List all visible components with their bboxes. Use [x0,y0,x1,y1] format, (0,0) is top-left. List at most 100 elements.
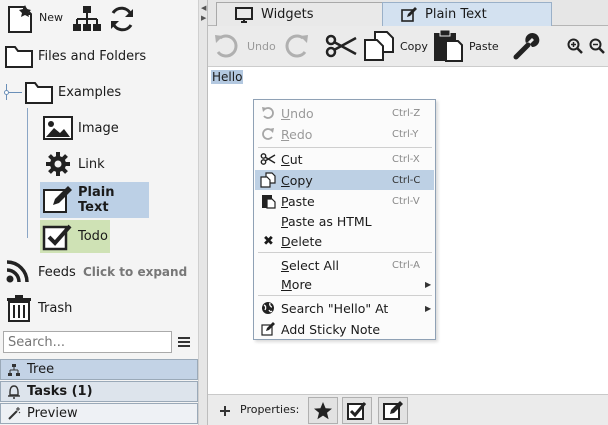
copy-icon [260,172,276,188]
tab-preview[interactable]: Preview [0,403,198,424]
tab-label: Tasks (1) [27,384,93,399]
tree-item-label: Image [78,120,119,136]
edit-icon [383,400,403,420]
tree-item-examples[interactable]: Examples [22,77,198,107]
zoom-in-icon[interactable] [567,38,583,54]
refresh-icon[interactable] [107,4,137,34]
hierarchy-icon [8,363,20,376]
new-label[interactable]: New [39,11,63,24]
menu-item-label: Undo [281,105,314,121]
menu-item-delete[interactable]: ✖ Delete [255,231,434,251]
menu-item-label: Cut [281,151,303,167]
undo-label[interactable]: Undo [247,40,276,53]
menu-item-select-all[interactable]: Select All Ctrl-A [255,255,434,275]
menu-item-label: Add Sticky Note [281,321,381,337]
menu-item-shortcut: Ctrl-Y [392,128,419,140]
menu-item-label: Delete [281,233,323,249]
checkbox-icon [42,224,72,251]
edit-icon [401,6,417,22]
menu-item-copy[interactable]: Copy Ctrl-C [255,170,434,190]
paste-icon [262,195,276,209]
copy-label[interactable]: Copy [400,40,428,53]
search-input[interactable] [3,331,172,353]
magic-wand-icon [8,406,21,420]
collapse-left-icon[interactable]: ◀ [201,4,206,12]
tab-tasks[interactable]: Tasks (1) [0,381,198,402]
tree-item-image[interactable]: Image [40,113,180,143]
tree-item-label: Feeds [38,264,76,280]
tree-item-label: Files and Folders [38,48,147,64]
submenu-arrow-icon: ▶ [425,303,432,313]
properties-bar: Properties: [208,394,608,425]
menu-item-shortcut: Ctrl-V [392,195,420,207]
menu-item-shortcut: Ctrl-C [392,174,421,186]
tree-item-files-and-folders[interactable]: Files and Folders [2,41,198,71]
scissors-icon [260,153,276,165]
paste-label[interactable]: Paste [469,40,499,53]
menu-item-undo[interactable]: Undo Ctrl-Z [255,103,434,123]
add-icon[interactable] [219,405,231,417]
tree-item-label: Link [78,156,105,172]
menu-item-label: Paste [281,193,315,209]
tree-item-trash[interactable]: Trash [2,293,198,323]
panel-splitter[interactable]: ◀ ▶ [198,0,208,425]
image-icon [43,116,73,140]
tab-plain-text[interactable]: Plain Text [382,2,552,26]
menu-separator [258,295,432,296]
menu-item-search-at[interactable]: Search "Hello" At ▶ [255,298,434,318]
zoom-out-icon[interactable] [589,38,605,54]
tree-item-todo[interactable]: Todo [40,220,110,253]
gear-icon [46,152,70,176]
menu-item-more[interactable]: More ▶ [255,274,434,294]
todo-toggle-button[interactable] [342,397,372,424]
menu-item-paste[interactable]: Paste Ctrl-V [255,191,434,211]
menu-separator [258,147,432,148]
editor-text-selection[interactable]: Hello [211,70,244,84]
star-icon [314,401,332,419]
trash-icon [7,295,31,322]
tree-item-plain-text[interactable]: Plain Text [40,182,149,218]
menu-item-label: Select All [281,257,340,273]
close-icon: ✖ [263,233,274,249]
properties-label: Properties: [240,403,300,416]
copy-icon[interactable] [363,30,395,62]
tab-label: Preview [27,406,78,421]
undo-icon[interactable] [212,32,240,60]
submenu-arrow-icon: ▶ [425,279,432,289]
edit-icon [43,186,72,213]
bell-icon [8,384,20,399]
context-menu: Undo Ctrl-Z Redo Ctrl-Y Cut Ctrl-X Copy … [253,99,436,340]
tab-label: Widgets [261,7,314,22]
menu-item-paste-as-html[interactable]: Paste as HTML [255,211,434,231]
tree-item-link[interactable]: Link [40,149,180,179]
favorite-button[interactable] [308,397,338,424]
tree-item-label: Plain Text [78,185,115,215]
menu-item-label: Redo [281,126,313,142]
new-page-icon[interactable] [4,4,38,34]
scissors-icon[interactable] [324,32,358,60]
tab-tree[interactable]: Tree [0,359,198,380]
folder-icon [25,82,53,104]
menu-icon[interactable] [177,335,191,349]
hierarchy-icon[interactable] [71,4,103,34]
monitor-icon [235,6,253,23]
tree-connector-line [9,92,22,93]
menu-item-shortcut: Ctrl-Z [392,107,421,119]
redo-icon[interactable] [283,32,311,60]
menu-item-label: More [281,276,312,292]
paste-icon[interactable] [432,29,464,63]
wrench-icon[interactable] [512,31,542,61]
tree-item-label: Todo [78,229,108,244]
expand-hint: Click to expand [83,265,188,279]
edit-properties-button[interactable] [378,397,408,424]
menu-item-redo[interactable]: Redo Ctrl-Y [255,124,434,144]
undo-icon [262,107,274,119]
menu-separator [258,252,432,253]
menu-item-add-sticky-note[interactable]: Add Sticky Note [255,319,434,339]
editor-toolbar: Undo Copy Paste [208,26,608,66]
collapse-right-icon[interactable]: ▶ [201,14,206,22]
tab-widgets[interactable]: Widgets [216,2,390,26]
menu-item-cut[interactable]: Cut Ctrl-X [255,149,434,169]
redo-icon [262,128,274,140]
tree-item-feeds[interactable]: Feeds Click to expand [2,257,198,287]
